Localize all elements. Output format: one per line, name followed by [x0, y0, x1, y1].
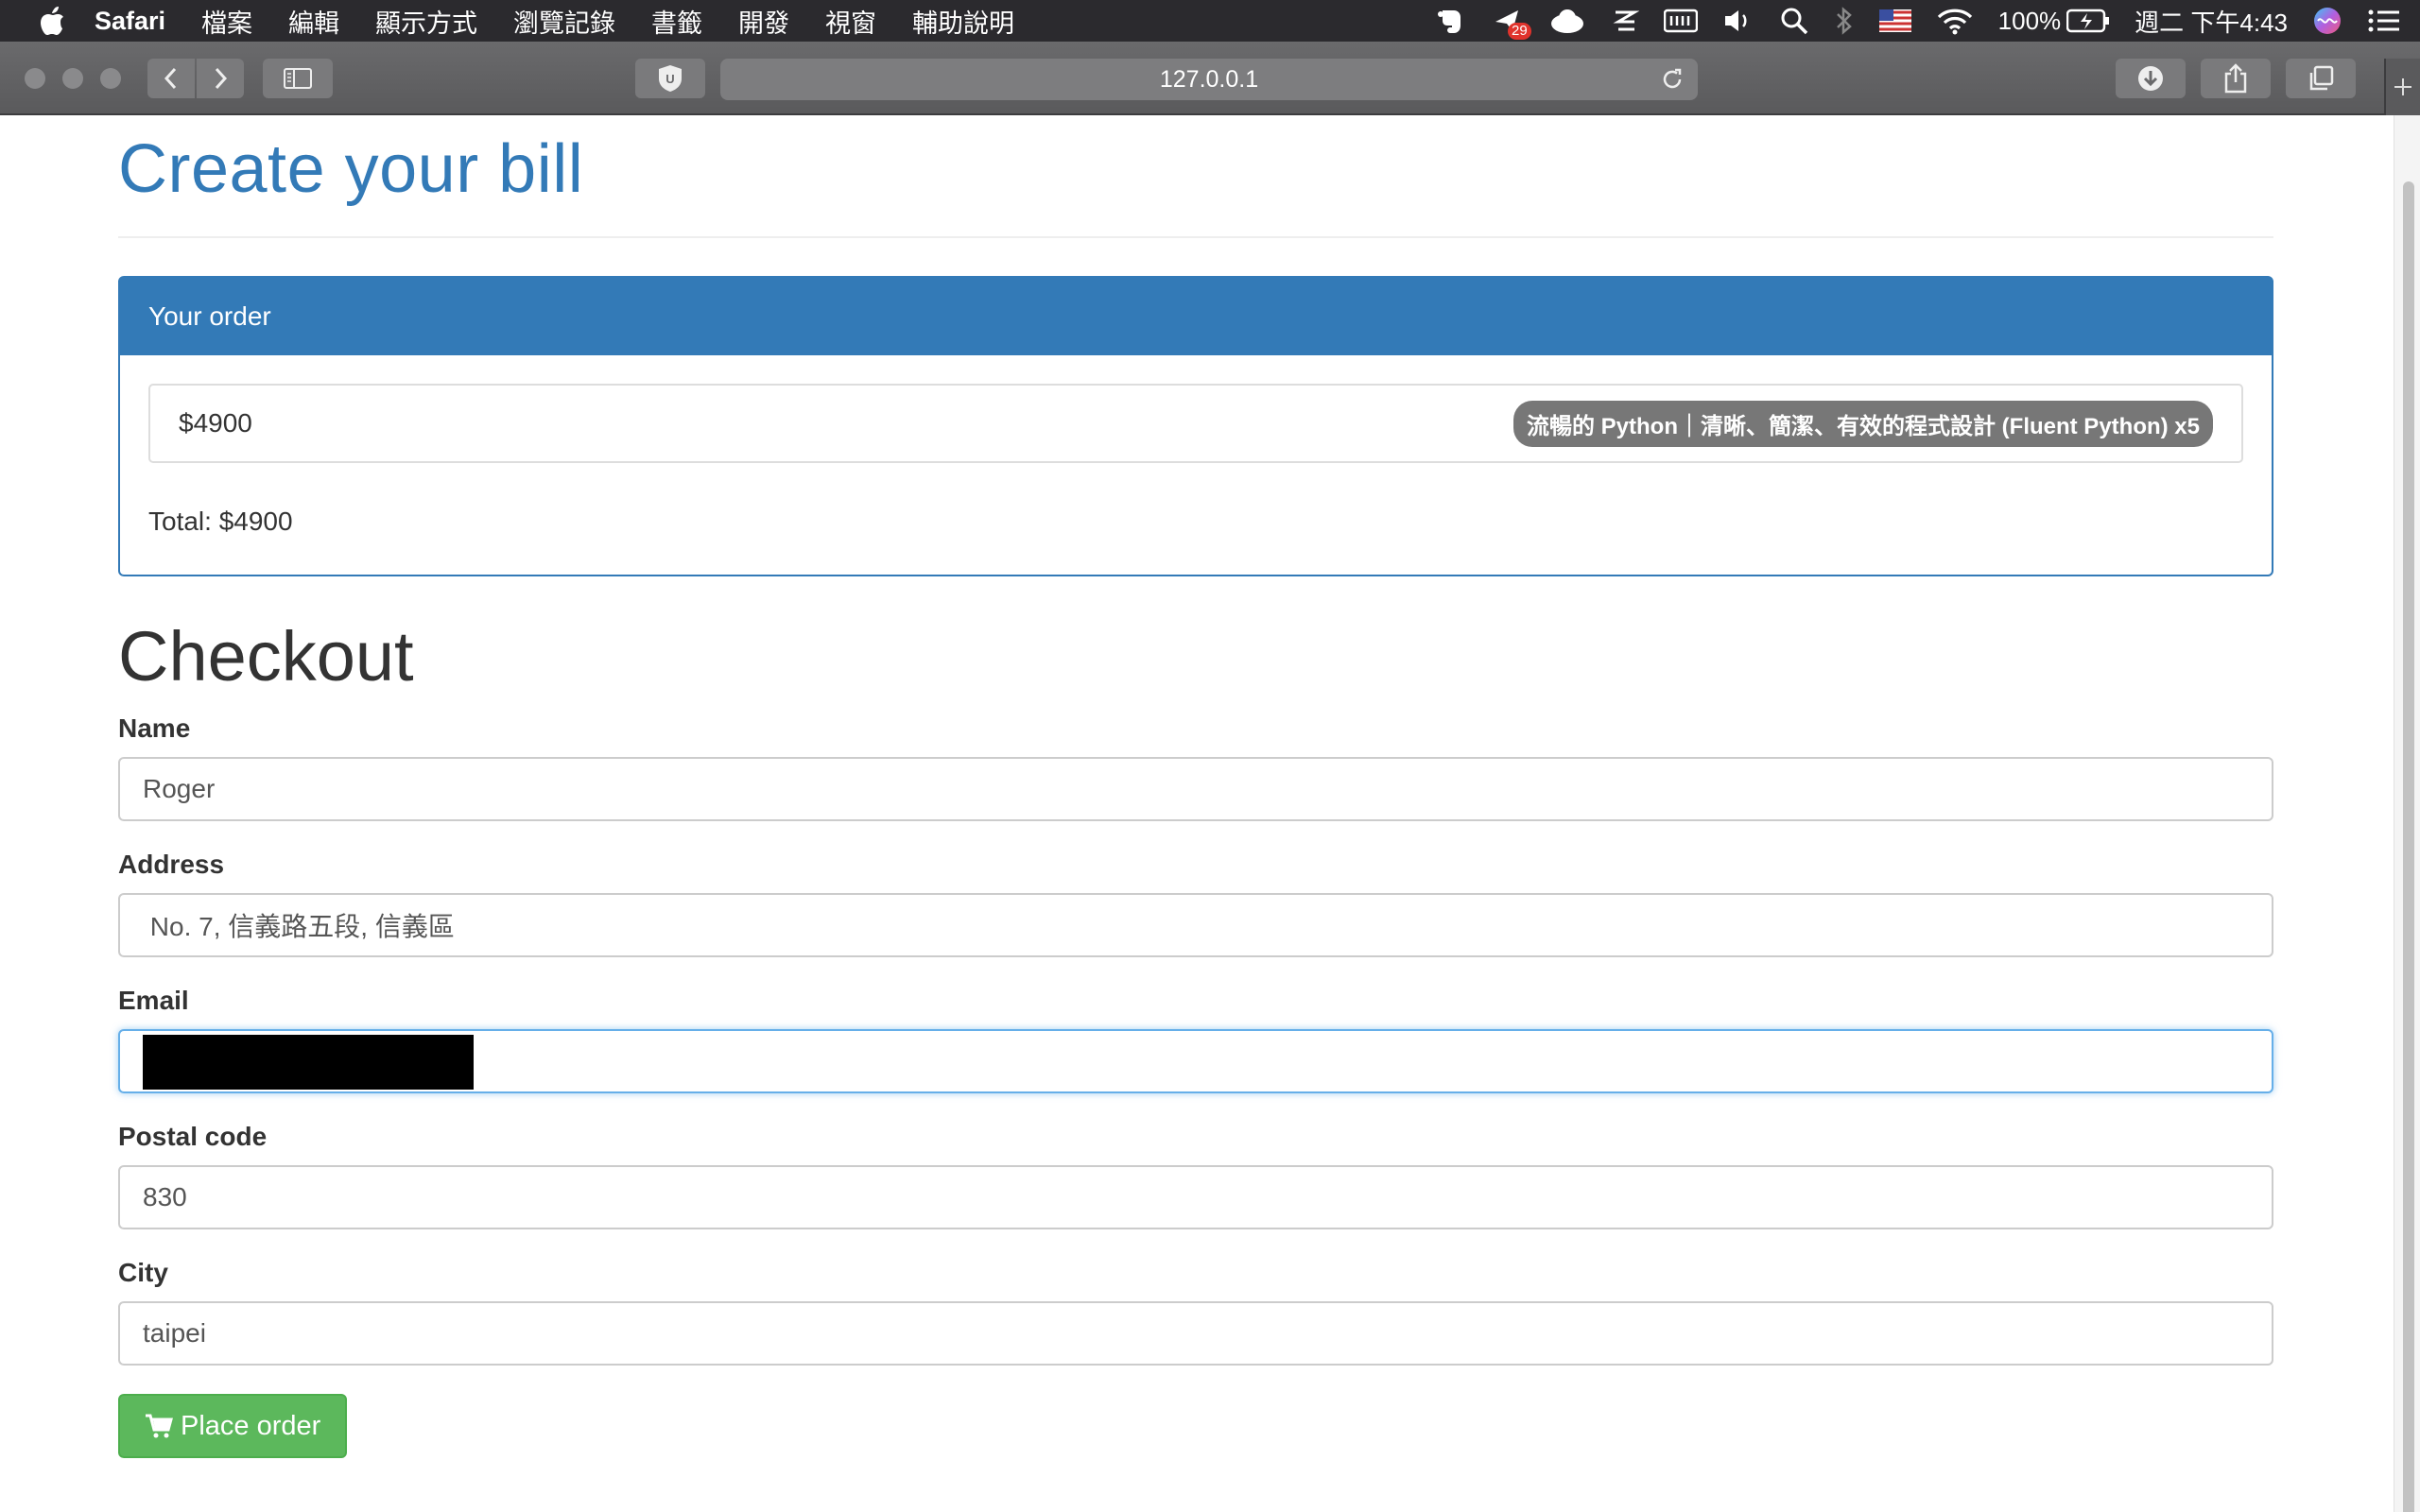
order-panel-heading: Your order: [120, 278, 2272, 355]
order-panel-body: $4900 流暢的 Python｜清晰、簡潔、有效的程式設計 (Fluent P…: [120, 355, 2272, 575]
menu-app-safari[interactable]: Safari: [95, 7, 165, 36]
keyboard-icon[interactable]: [1663, 0, 1698, 42]
clock[interactable]: 週二 下午4:43: [2135, 0, 2288, 42]
address-label: Address: [118, 850, 225, 879]
browser-toolbar: U 127.0.0.1: [0, 42, 2420, 115]
menu-file[interactable]: 檔案: [201, 3, 252, 40]
menu-help[interactable]: 輔助說明: [912, 3, 1014, 40]
window-zoom-button[interactable]: [100, 68, 121, 89]
apple-menu-icon[interactable]: [38, 5, 66, 37]
order-total: Total: $4900: [148, 507, 293, 536]
wifi-icon[interactable]: [1936, 0, 1974, 42]
reload-icon[interactable]: [1660, 67, 1685, 98]
bluetooth-icon[interactable]: [1834, 0, 1855, 42]
volume-icon[interactable]: [1722, 0, 1754, 42]
shield-icon: U: [659, 65, 682, 92]
sidebar-toggle-button[interactable]: [263, 59, 333, 98]
shopping-cart-icon: [146, 1414, 173, 1438]
order-item-price: $4900: [179, 408, 252, 438]
postal-code-label: Postal code: [118, 1122, 268, 1151]
name-label: Name: [118, 713, 191, 743]
sidebar-icon: [284, 68, 312, 89]
email-field-wrapper: [118, 1029, 2273, 1093]
scrollbar-thumb[interactable]: [2403, 181, 2414, 1512]
address-bar[interactable]: 127.0.0.1: [720, 59, 1698, 100]
window-minimize-button[interactable]: [62, 68, 83, 89]
order-item: $4900 流暢的 Python｜清晰、簡潔、有效的程式設計 (Fluent P…: [148, 384, 2243, 463]
status-area: 29 100% 週二 下午4:43: [1410, 0, 2420, 42]
back-button[interactable]: [147, 59, 195, 98]
menu-view[interactable]: 顯示方式: [375, 3, 477, 40]
order-item-badge: 流暢的 Python｜清晰、簡潔、有效的程式設計 (Fluent Python)…: [1513, 400, 2213, 447]
divider: [118, 236, 2273, 238]
postal-code-field[interactable]: [118, 1165, 2273, 1229]
notification-center-icon[interactable]: [2367, 0, 2401, 42]
city-field[interactable]: [118, 1301, 2273, 1366]
name-field[interactable]: [118, 757, 2273, 821]
place-order-button[interactable]: Place order: [118, 1394, 348, 1458]
web-page: Create your bill Your order $4900 流暢的 Py…: [0, 115, 2420, 1512]
place-order-label: Place order: [181, 1410, 321, 1441]
evernote-icon[interactable]: [1435, 0, 1467, 42]
z-app-icon[interactable]: [1611, 0, 1639, 42]
menu-bookmarks[interactable]: 書籤: [651, 3, 702, 40]
macos-menu-bar: Safari 檔案 編輯 顯示方式 瀏覽記錄 書籤 開發 視窗 輔助說明 29: [0, 0, 2420, 42]
extension-button[interactable]: U: [635, 59, 705, 98]
page-container: Create your bill Your order $4900 流暢的 Py…: [118, 115, 2273, 1458]
tabs-icon: [2309, 65, 2334, 91]
forward-button[interactable]: [197, 59, 244, 98]
battery-percent: 100%: [1997, 6, 2062, 35]
window-close-button[interactable]: [25, 68, 45, 89]
share-button[interactable]: [2201, 59, 2271, 98]
plus-icon: [2394, 78, 2411, 95]
page-scrollbar[interactable]: [2394, 115, 2420, 1512]
address-field[interactable]: [118, 893, 2273, 957]
postal-code-group: Postal code: [118, 1122, 2273, 1229]
download-icon: [2138, 66, 2163, 91]
url-text: 127.0.0.1: [1159, 65, 1259, 93]
page-title: Create your bill: [118, 131, 584, 207]
city-group: City: [118, 1258, 2273, 1366]
order-panel: Your order $4900 流暢的 Python｜清晰、簡潔、有效的程式設…: [118, 276, 2273, 576]
chevron-right-icon: [215, 67, 228, 90]
address-group: Address: [118, 850, 2273, 957]
input-source-flag-icon[interactable]: [1878, 0, 1911, 42]
tabs-overview-button[interactable]: [2286, 59, 2356, 98]
downloads-button[interactable]: [2116, 59, 2186, 98]
notifications-icon[interactable]: 29: [1492, 0, 1531, 42]
spotlight-search-icon[interactable]: [1779, 0, 1809, 42]
city-label: City: [118, 1258, 168, 1287]
email-group: Email: [118, 986, 2273, 1093]
chevron-left-icon: [164, 67, 177, 90]
menu-edit[interactable]: 編輯: [288, 3, 339, 40]
share-icon: [2224, 63, 2247, 94]
cloud-hat-icon[interactable]: [1548, 0, 1586, 42]
battery-icon[interactable]: [2066, 0, 2110, 42]
menu-history[interactable]: 瀏覽記錄: [513, 3, 615, 40]
menu-develop[interactable]: 開發: [738, 3, 789, 40]
name-group: Name: [118, 713, 2273, 821]
notification-count: 29: [1507, 23, 1531, 40]
checkout-heading: Checkout: [118, 617, 414, 696]
new-tab-button[interactable]: [2384, 59, 2420, 115]
redacted-email-block: [143, 1035, 474, 1090]
menu-window[interactable]: 視窗: [825, 3, 876, 40]
checkout-form: Name Address Email Postal code City: [118, 713, 2273, 1458]
email-label: Email: [118, 986, 189, 1015]
siri-icon[interactable]: [2312, 0, 2342, 42]
extension-letter: U: [666, 72, 674, 86]
